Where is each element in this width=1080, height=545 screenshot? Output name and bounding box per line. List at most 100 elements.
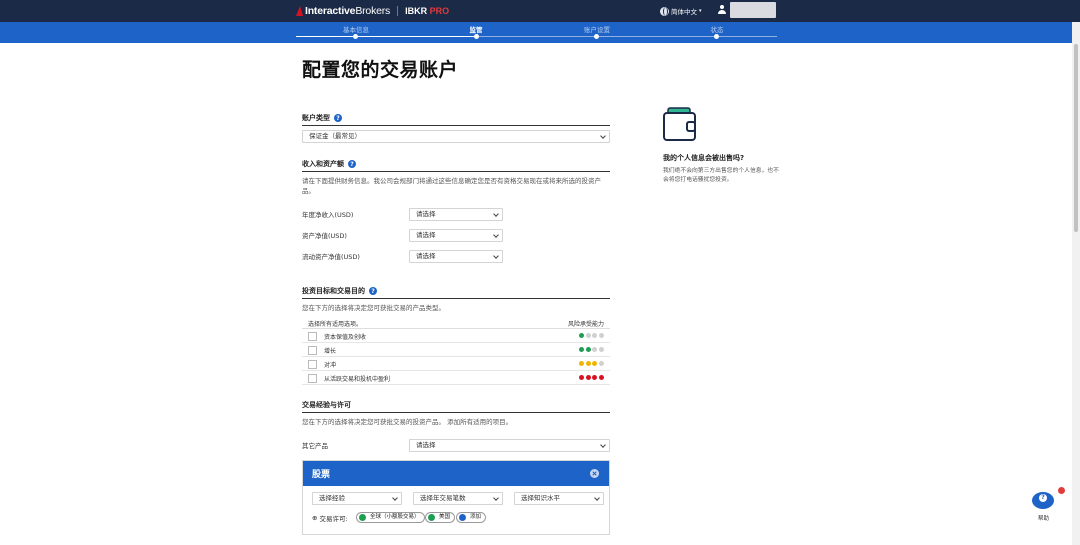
- step-regulatory[interactable]: 监管: [416, 24, 536, 34]
- permission-chip-global[interactable]: 全球（小额股交易）: [356, 512, 425, 523]
- globe-icon: [660, 6, 669, 16]
- objective-row[interactable]: 从活跃交易和投机中盈利: [302, 371, 610, 385]
- stocks-panel-title: 股票: [312, 470, 331, 480]
- risk-dot: [598, 333, 604, 338]
- net-worth-label: 资产净值(USD): [302, 232, 347, 240]
- objective-checkbox[interactable]: [308, 360, 317, 369]
- risk-dot: [579, 347, 584, 352]
- risk-tolerance-header: 风险承受能力: [568, 321, 605, 328]
- risk-indicator: [579, 375, 605, 380]
- plus-icon: [459, 514, 466, 521]
- question-icon: ?: [1039, 494, 1047, 502]
- objective-label: 资本保值及创收: [324, 334, 367, 341]
- risk-dot: [579, 375, 584, 380]
- close-icon[interactable]: [590, 469, 599, 478]
- annual-income-select[interactable]: 请选择: [409, 208, 503, 221]
- step-regulatory-dot: [474, 34, 479, 39]
- experience-heading: 交易经验与许可: [302, 400, 351, 410]
- brand-logo-mark: [296, 5, 303, 17]
- stocks-panel: 股票 选择经验 选择年交易笔数 选择知识水平 ⊕ 交易许可: 全球（小额股交易）…: [302, 460, 610, 535]
- objective-label: 增长: [324, 348, 337, 355]
- objective-label: 从活跃交易和投机中盈利: [324, 376, 391, 383]
- risk-dot: [592, 361, 597, 366]
- objectives-select-all-header: 选择所有适用选项。: [308, 321, 363, 328]
- page-scrollbar[interactable]: [1072, 22, 1080, 545]
- user-icon[interactable]: [717, 5, 726, 15]
- objective-row[interactable]: 对冲: [302, 357, 610, 371]
- add-permission-button[interactable]: 添加: [456, 512, 487, 523]
- net-worth-select[interactable]: 请选择: [409, 229, 503, 242]
- risk-indicator: [579, 361, 605, 366]
- account-type-label: 账户类型: [302, 114, 330, 122]
- objective-checkbox[interactable]: [308, 332, 317, 341]
- objectives-heading: 投资目标和交易目的 ?: [302, 286, 377, 296]
- risk-dot: [598, 375, 604, 380]
- account-type-select[interactable]: 保证金（最常见）: [302, 130, 610, 143]
- brand-logo[interactable]: InteractiveBrokers IBKR PRO: [296, 5, 449, 17]
- section-divider: [302, 171, 610, 172]
- trading-permissions-label: ⊕ 交易许可:: [312, 514, 348, 523]
- income-label: 收入和资产额: [302, 160, 344, 168]
- other-products-select[interactable]: 请选择: [409, 439, 610, 452]
- objective-checkbox[interactable]: [308, 374, 317, 383]
- income-heading: 收入和资产额 ?: [302, 159, 356, 169]
- help-icon[interactable]: ?: [334, 114, 342, 122]
- step-status[interactable]: 状态: [657, 24, 777, 34]
- risk-dot: [585, 333, 591, 338]
- section-divider: [302, 125, 610, 126]
- objectives-description: 您在下方的选择将决定您可获批交易的产品类型。: [302, 304, 445, 312]
- user-name-field[interactable]: [730, 2, 776, 18]
- risk-dot: [585, 347, 591, 352]
- risk-indicator: [579, 347, 605, 352]
- help-icon[interactable]: ?: [369, 287, 377, 295]
- risk-dot: [585, 375, 591, 380]
- risk-dot: [592, 375, 597, 380]
- account-type-heading: 账户类型 ?: [302, 113, 342, 123]
- liquid-net-worth-select[interactable]: 请选择: [409, 250, 503, 263]
- section-divider: [302, 412, 610, 413]
- progress-steps: 基本信息 监管 账户设置 状态: [0, 22, 1080, 43]
- experience-label: 交易经验与许可: [302, 401, 351, 409]
- knowledge-level-select[interactable]: 选择知识水平: [514, 492, 604, 505]
- language-label: 简体中文: [671, 8, 697, 16]
- objective-label: 对冲: [324, 362, 337, 369]
- other-products-label: 其它产品: [302, 442, 328, 450]
- objective-checkbox[interactable]: [308, 346, 317, 355]
- risk-dot: [598, 361, 604, 366]
- help-label[interactable]: 帮助: [1038, 514, 1049, 522]
- globe-icon: ⊕: [312, 514, 318, 522]
- trades-per-year-select[interactable]: 选择年交易笔数: [413, 492, 503, 505]
- help-chat-button[interactable]: ?: [1032, 487, 1065, 512]
- progress-track-completed: [296, 36, 476, 37]
- experience-select[interactable]: 选择经验: [312, 492, 402, 505]
- experience-description: 您在下方的选择将决定您可获批交易的投资产品。 添加所有适用的项目。: [302, 418, 513, 426]
- language-selector[interactable]: 简体中文 ▾: [660, 5, 702, 17]
- section-divider: [302, 298, 610, 299]
- risk-dot: [585, 361, 591, 366]
- check-icon: [359, 514, 366, 521]
- objective-row[interactable]: 增长: [302, 343, 610, 357]
- risk-dot: [592, 347, 597, 352]
- annual-income-label: 年度净收入(USD): [302, 211, 354, 219]
- step-account-settings[interactable]: 账户设置: [537, 24, 657, 34]
- risk-indicator: [579, 333, 605, 338]
- risk-dot: [579, 333, 584, 338]
- scrollbar-thumb[interactable]: [1074, 44, 1078, 232]
- product-name: IBKR PRO: [405, 6, 450, 16]
- income-description: 请在下面提供财务信息。我公司会规部门将通过这些信息确定您是否有资格交易现在或将来…: [302, 177, 601, 195]
- objective-row[interactable]: 资本保值及创收: [302, 329, 610, 343]
- stocks-panel-header: 股票: [303, 461, 609, 486]
- risk-dot: [579, 361, 584, 366]
- wallet-icon: [663, 107, 696, 141]
- caret-down-icon: ▾: [699, 8, 702, 14]
- brand-name: InteractiveBrokers: [305, 5, 391, 17]
- top-navigation-bar: InteractiveBrokers IBKR PRO 简体中文 ▾: [0, 0, 1080, 22]
- page-title: 配置您的交易账户: [302, 59, 459, 81]
- step-basic-info[interactable]: 基本信息: [296, 24, 416, 34]
- help-icon[interactable]: ?: [348, 160, 356, 168]
- risk-dot: [598, 347, 604, 352]
- check-icon: [428, 514, 435, 521]
- step-status-dot: [714, 34, 719, 39]
- permission-chip-us[interactable]: 美国: [425, 512, 456, 523]
- step-account-settings-dot: [594, 34, 599, 39]
